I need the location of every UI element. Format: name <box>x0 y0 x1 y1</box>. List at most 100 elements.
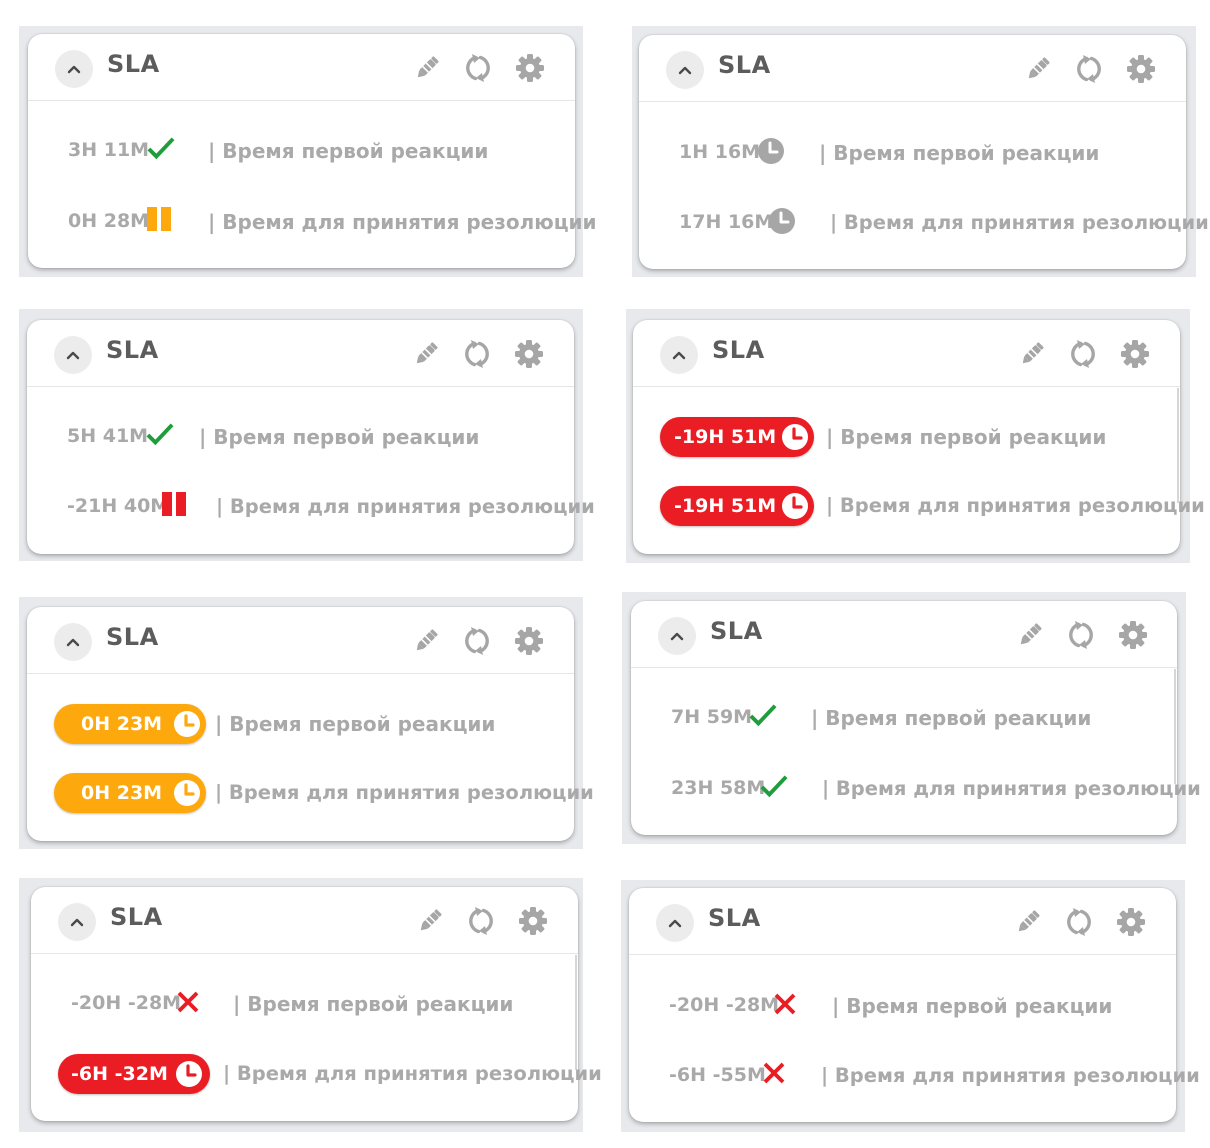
refresh-icon <box>1067 338 1099 370</box>
card-header: SLA <box>633 320 1180 387</box>
refresh-icon <box>461 625 493 657</box>
sla-metric-label: | Время первой реакции <box>215 712 496 736</box>
sla-timer-value: 17H 16M <box>679 211 774 233</box>
sla-metric-label: | Время для принятия резолюции <box>216 495 595 518</box>
gear-icon <box>1125 53 1157 85</box>
sla-card: SLA -20H -28M | Время первой реакции -6H… <box>629 888 1200 1122</box>
sla-row-resolution: -6H -32M | Время для принятия резолюции <box>31 1054 602 1094</box>
settings-button[interactable] <box>513 625 545 657</box>
card-title: SLA <box>107 50 160 78</box>
clock-icon <box>175 1060 203 1088</box>
sla-row-first-response: 0H 23M | Время первой реакции <box>27 704 574 744</box>
pause-icon <box>161 492 187 516</box>
sla-row-first-response: -20H -28M | Время первой реакции <box>629 986 1176 1026</box>
sla-metric-label: | Время для принятия резолюции <box>223 1062 602 1085</box>
card-title: SLA <box>710 617 763 645</box>
pencil-icon <box>410 338 442 370</box>
card-header: SLA <box>629 888 1176 955</box>
sla-metric-label: | Время первой реакции <box>199 425 480 449</box>
clock-icon <box>757 137 785 165</box>
settings-button[interactable] <box>1119 338 1151 370</box>
edit-button[interactable] <box>411 52 443 84</box>
cross-icon <box>176 990 200 1014</box>
cross-icon <box>773 992 797 1016</box>
collapse-button[interactable] <box>658 617 696 655</box>
collapse-button[interactable] <box>54 336 92 374</box>
gear-icon <box>514 52 546 84</box>
refresh-icon <box>1063 906 1095 938</box>
chevron-up-icon <box>669 629 685 643</box>
refresh-icon <box>1065 619 1097 651</box>
sla-timer-value: 7H 59M <box>671 706 753 728</box>
refresh-button[interactable] <box>461 338 493 370</box>
chevron-up-icon <box>65 635 81 649</box>
sla-card: SLA -19H 51M | Время первой реакции -19H… <box>633 320 1205 554</box>
settings-button[interactable] <box>1115 906 1147 938</box>
sla-row-first-response: 1H 16M | Время первой реакции <box>639 133 1186 173</box>
card-header: SLA <box>28 34 575 101</box>
card-header: SLA <box>27 320 574 387</box>
clock-icon <box>768 207 796 235</box>
refresh-button[interactable] <box>462 52 494 84</box>
pencil-icon <box>1016 338 1048 370</box>
refresh-button[interactable] <box>1067 338 1099 370</box>
collapse-button[interactable] <box>55 50 93 88</box>
sla-metric-label: | Время для принятия резолюции <box>208 210 597 234</box>
settings-button[interactable] <box>517 905 549 937</box>
refresh-button[interactable] <box>461 625 493 657</box>
refresh-button[interactable] <box>1073 53 1105 85</box>
sla-card: SLA -20H -28M | Время первой реакции -6H… <box>31 887 602 1121</box>
refresh-button[interactable] <box>465 905 497 937</box>
settings-button[interactable] <box>513 338 545 370</box>
sla-timer-value: 0H 23M <box>81 782 163 804</box>
refresh-button[interactable] <box>1065 619 1097 651</box>
gear-icon <box>1115 906 1147 938</box>
sla-timer-value: -6H -32M <box>71 1063 168 1085</box>
pencil-icon <box>1014 619 1046 651</box>
card-title: SLA <box>708 904 761 932</box>
chevron-up-icon <box>671 348 687 362</box>
refresh-icon <box>1073 53 1105 85</box>
sla-overdue-badge: -19H 51M <box>660 417 814 457</box>
edit-button[interactable] <box>1014 619 1046 651</box>
sla-timer-value: 0H 28M <box>68 210 150 232</box>
card-title: SLA <box>106 623 159 651</box>
gear-icon <box>513 625 545 657</box>
chevron-up-icon <box>69 915 85 929</box>
sla-timer-value: -20H -28M <box>71 992 182 1014</box>
clock-icon <box>173 710 201 738</box>
pause-icon <box>146 207 172 231</box>
card-title: SLA <box>712 336 765 364</box>
sla-card: SLA 5H 41M | Время первой реакции -21H 4… <box>27 320 595 554</box>
edit-button[interactable] <box>1022 53 1054 85</box>
clock-icon <box>781 492 809 520</box>
cross-icon <box>762 1061 786 1085</box>
chevron-up-icon <box>667 916 683 930</box>
collapse-button[interactable] <box>660 336 698 374</box>
sla-overdue-badge: -19H 51M <box>660 486 814 526</box>
edit-button[interactable] <box>410 338 442 370</box>
edit-button[interactable] <box>410 625 442 657</box>
sla-timer-value: 5H 41M <box>67 425 149 447</box>
settings-button[interactable] <box>1117 619 1149 651</box>
collapse-button[interactable] <box>58 903 96 941</box>
clock-icon <box>781 423 809 451</box>
pencil-icon <box>1012 906 1044 938</box>
edit-button[interactable] <box>1012 906 1044 938</box>
card-title: SLA <box>718 51 771 79</box>
settings-button[interactable] <box>514 52 546 84</box>
sla-timer-value: 1H 16M <box>679 141 761 163</box>
pencil-icon <box>1022 53 1054 85</box>
sla-overdue-badge: -6H -32M <box>58 1054 210 1094</box>
collapse-button[interactable] <box>656 904 694 942</box>
sla-metric-label: | Время первой реакции <box>826 425 1107 449</box>
refresh-button[interactable] <box>1063 906 1095 938</box>
sla-row-resolution: -6H -55M | Время для принятия резолюции <box>629 1056 1200 1096</box>
collapse-button[interactable] <box>666 51 704 89</box>
chevron-up-icon <box>66 62 82 76</box>
edit-button[interactable] <box>414 905 446 937</box>
edit-button[interactable] <box>1016 338 1048 370</box>
sla-card: SLA 1H 16M | Время первой реакции 17H 16… <box>639 35 1209 269</box>
collapse-button[interactable] <box>54 623 92 661</box>
settings-button[interactable] <box>1125 53 1157 85</box>
